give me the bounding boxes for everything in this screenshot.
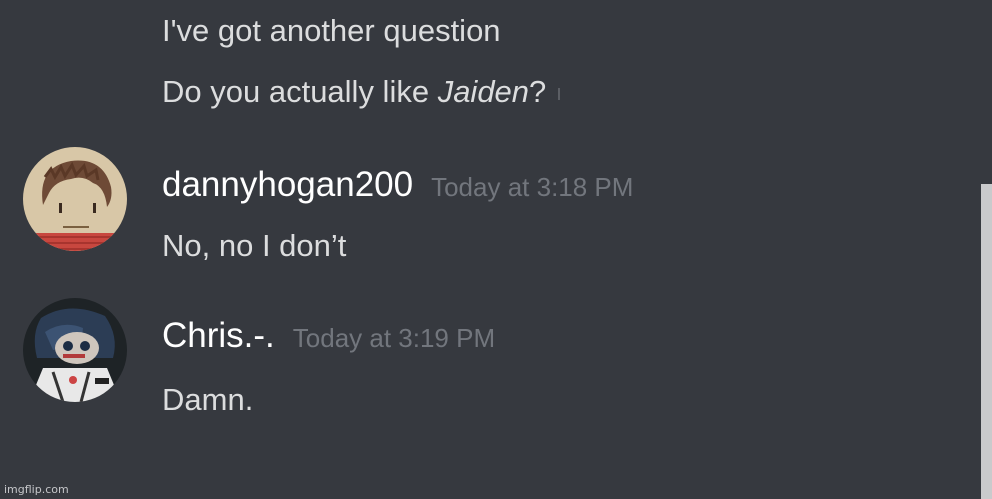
message-text: I've got another question: [162, 13, 501, 48]
username[interactable]: dannyhogan200: [162, 165, 413, 204]
watermark: imgflip.com: [4, 483, 69, 496]
avatar[interactable]: [23, 298, 127, 402]
message-text: Damn.: [162, 382, 254, 417]
avatar-drawing-icon: [23, 147, 127, 251]
chat-area: I've got another question Do you actuall…: [0, 0, 992, 499]
timestamp: Today at 3:18 PM: [431, 172, 634, 202]
text-cursor: [558, 87, 561, 100]
message-text: Do you actually like Jaiden?: [162, 72, 561, 112]
message-text-part: Do you actually like: [162, 74, 438, 109]
username[interactable]: Chris.-.: [162, 316, 275, 355]
scrollbar[interactable]: [981, 184, 992, 499]
avatar-anime-icon: [23, 298, 127, 402]
message-header: dannyhogan200 Today at 3:18 PM: [162, 163, 633, 214]
message-text-part: ?: [529, 74, 547, 109]
message-text: No, no I don’t: [162, 228, 347, 263]
message-header: Chris.-. Today at 3:19 PM: [162, 314, 495, 365]
avatar[interactable]: [23, 147, 127, 251]
message-text-italic: Jaiden: [437, 74, 530, 109]
timestamp: Today at 3:19 PM: [292, 323, 496, 353]
